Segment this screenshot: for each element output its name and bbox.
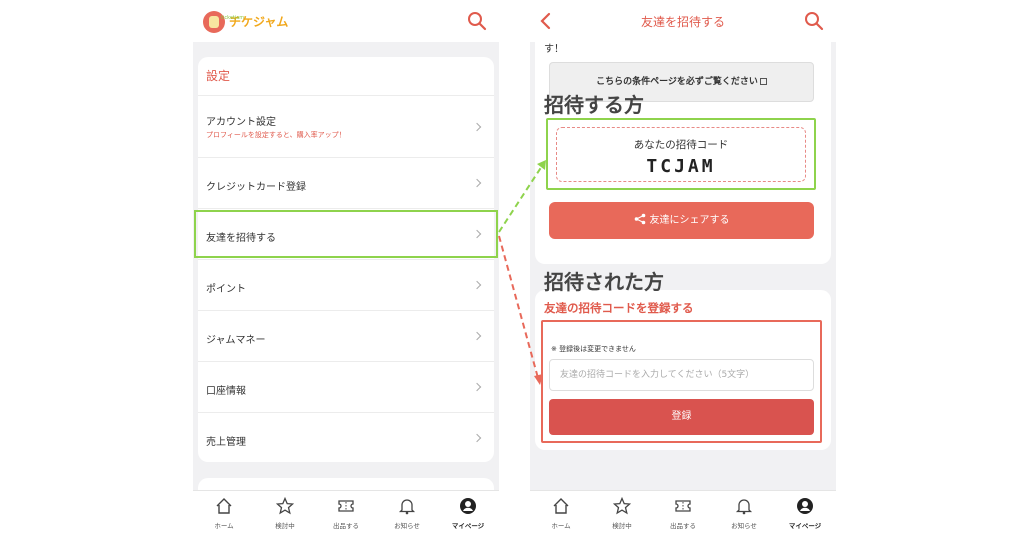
red-arrow-head — [534, 374, 543, 385]
green-arrow-head — [537, 160, 546, 170]
green-arrow-line — [498, 165, 543, 233]
annotation-arrows — [498, 160, 546, 385]
red-arrow-line — [498, 235, 539, 379]
